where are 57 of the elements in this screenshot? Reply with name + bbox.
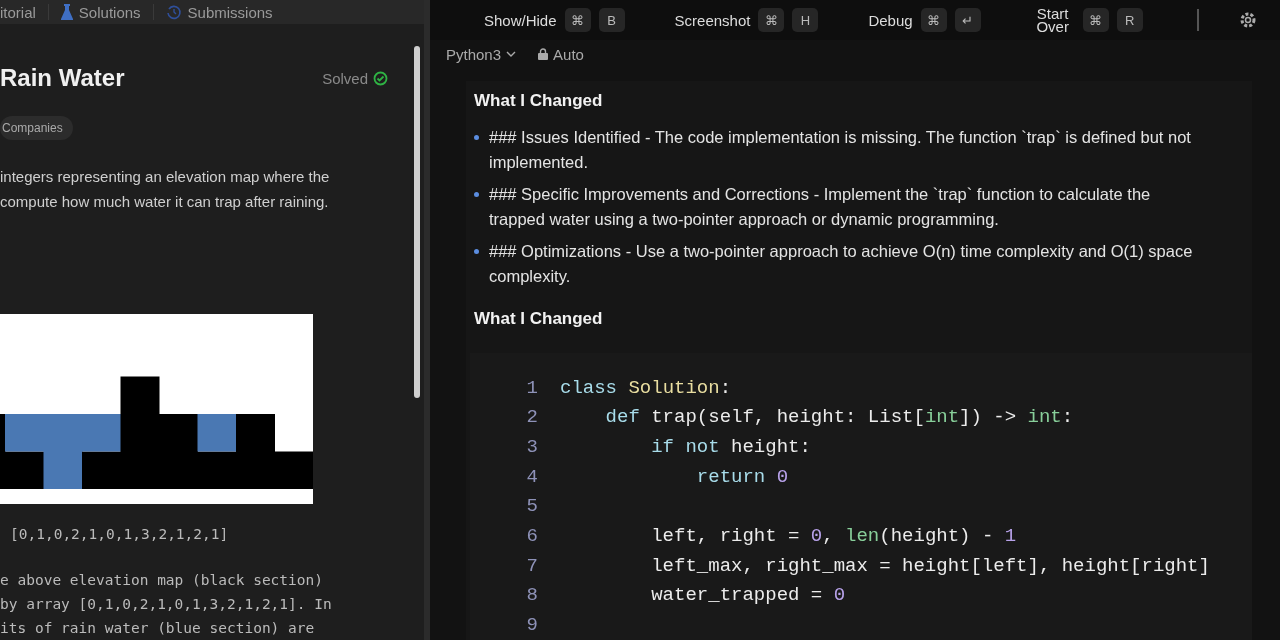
issue-text: ### Issues Identified - The code implementation is missing. The function `trap` is defined but not implemented. [489, 126, 1192, 173]
description-line: compute how much water it can trap after raining. [0, 192, 330, 212]
explanation-line: by array [0,1,0,2,1,0,1,3,2,1,2,1]. In [0, 595, 333, 614]
description-line: integers representing an elevation map where the [0, 167, 331, 187]
explanation-line: its of rain water (blue section) are [0, 619, 316, 638]
problem-tab[interactable]: itorial [0, 3, 36, 21]
solved-status: Solved [322, 69, 368, 87]
bullet-icon [474, 191, 479, 197]
history-icon [165, 4, 182, 20]
problem-tab[interactable]: Submissions [165, 3, 273, 21]
key-cap: B [598, 8, 625, 33]
code-line: water_trapped = 0 [650, 584, 846, 607]
mode-label: Auto [553, 45, 584, 63]
issue-text: ### Specific Improvements and Corrections - Implement the `trap` function to calculate the trapped water using a two-pointer approach or dynamic programming. [489, 183, 1152, 230]
example-array-text: [0,1,0,2,1,0,1,3,2,1,2,1] [10, 526, 230, 542]
line-number: 8 [525, 584, 539, 607]
key-cap: H [792, 8, 819, 33]
key-cap: ⌘ [1082, 8, 1109, 33]
beaker-icon [60, 4, 73, 20]
code-line: def trap(self, height: List[int]) -> int: [604, 406, 1074, 429]
line-number: 9 [525, 614, 539, 637]
explanation-line: e above elevation map (black section) [0, 571, 324, 590]
scrollbar[interactable] [414, 46, 420, 398]
key-cap: R [1116, 8, 1143, 33]
issue-text: ### Optimizations - Use a two-pointer approach to achieve O(n) time complexity and O(1) space complexity. [489, 240, 1194, 287]
problem-title: Rain Water [0, 64, 125, 92]
chevron-down-icon [506, 51, 517, 58]
key-cap: ⌘ [758, 8, 785, 33]
key-cap: ⌘ [564, 8, 591, 33]
code-line: return 0 [695, 465, 789, 488]
shortcut-button[interactable]: Show/Hide ⌘ B [484, 8, 625, 33]
code-line: if not height: [650, 436, 811, 459]
line-number: 5 [525, 495, 539, 518]
lock-icon [538, 48, 549, 61]
section-heading: What I Changed [474, 308, 604, 329]
line-number: 7 [525, 554, 539, 577]
section-heading: What I Changed [474, 90, 604, 111]
code-line: class Solution: [560, 376, 732, 399]
settings-icon[interactable] [1238, 11, 1257, 30]
code-line: left, right = 0, len(height) - 1 [650, 525, 1017, 548]
shortcut-button[interactable]: Screenshot ⌘ H [674, 8, 819, 33]
code-line: left_max, right_max = height[left], height[right] [650, 554, 1210, 577]
bullet-icon [474, 248, 479, 254]
language-dropdown[interactable]: Python3 [446, 45, 517, 63]
key-cap: ⌘ [920, 8, 947, 33]
line-number: 6 [525, 525, 539, 548]
line-number: 2 [525, 406, 539, 429]
shortcut-button[interactable]: Debug ⌘ ↵ [868, 8, 981, 33]
shortcut-button[interactable]: Start Over ⌘ R [1030, 7, 1143, 34]
problem-tab[interactable]: Solutions [60, 3, 141, 21]
companies-tag[interactable]: Companies [0, 116, 73, 140]
check-circle-icon [373, 70, 388, 86]
key-cap: ↵ [954, 8, 981, 33]
line-number: 1 [525, 376, 539, 399]
line-number: 3 [525, 436, 539, 459]
bullet-icon [474, 134, 479, 140]
line-number: 4 [525, 465, 539, 488]
